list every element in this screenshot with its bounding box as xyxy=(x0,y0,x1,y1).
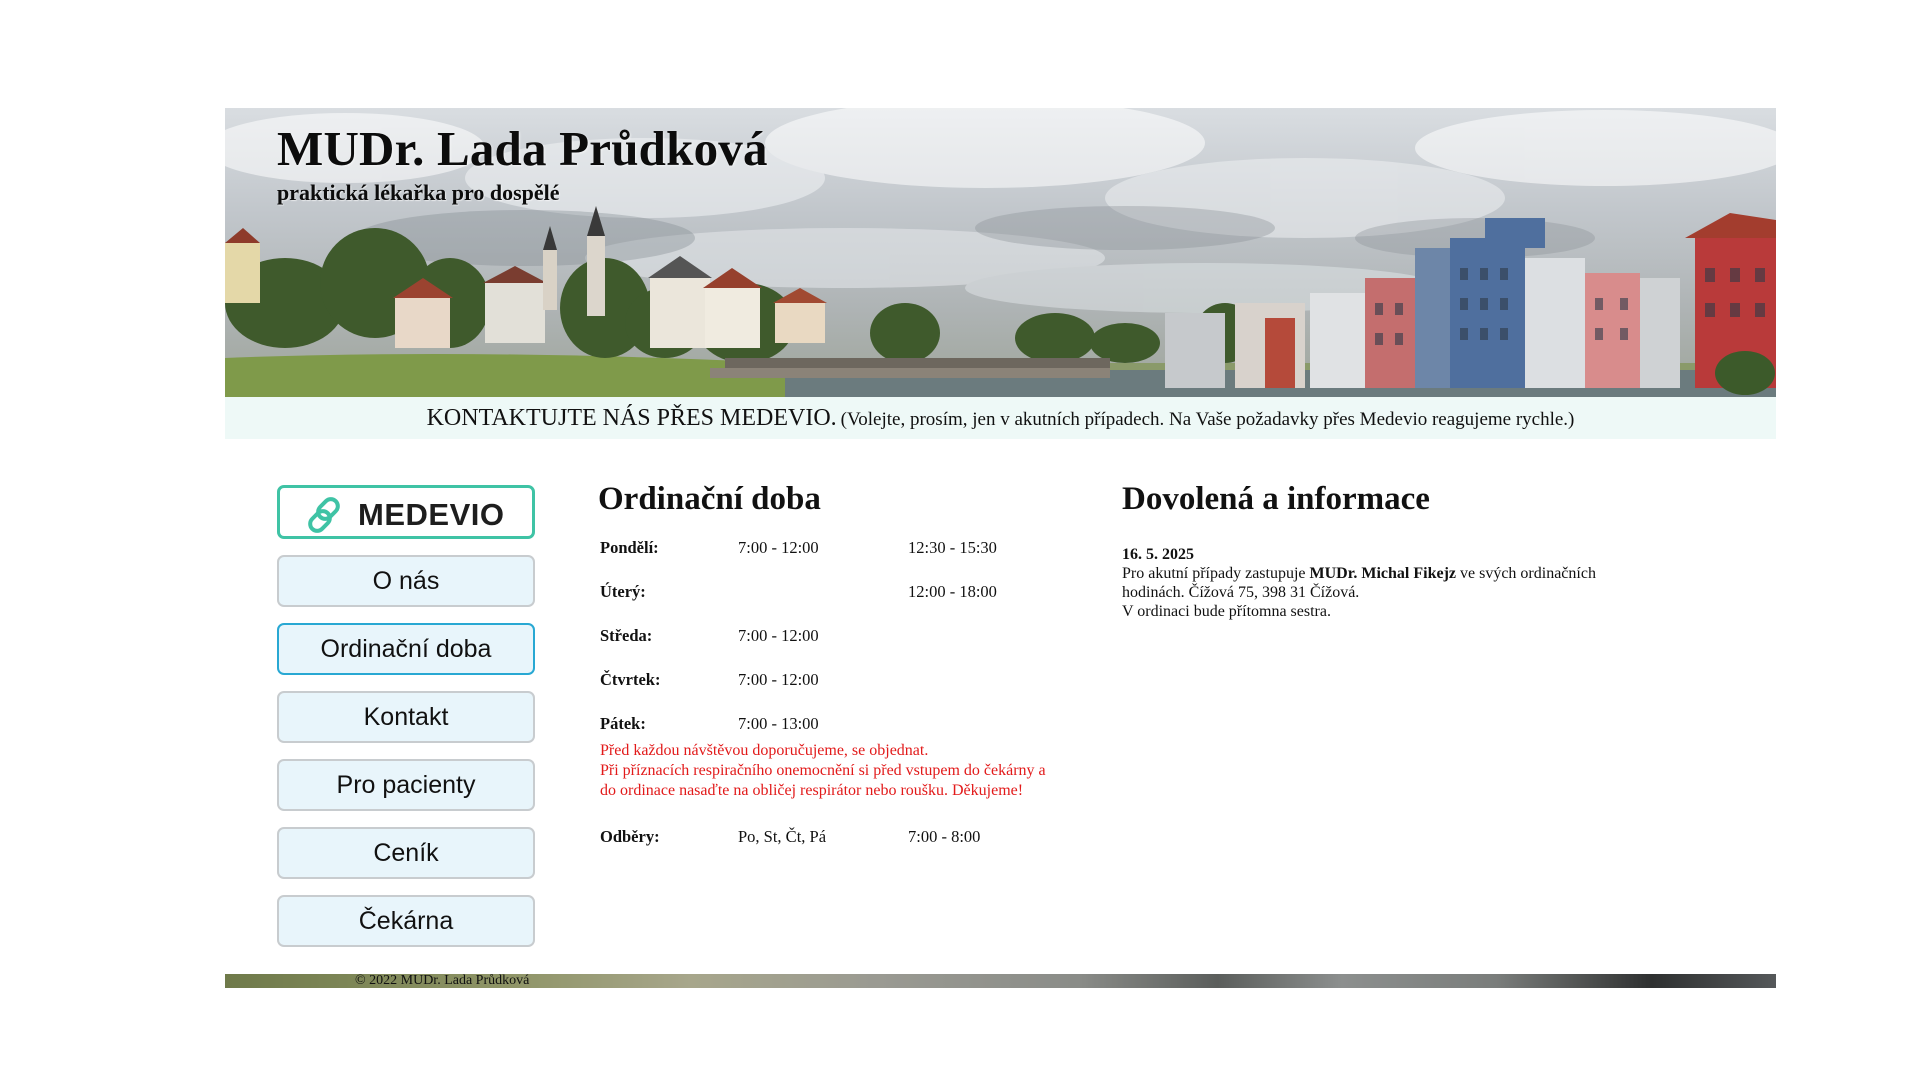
hours-day: Úterý: xyxy=(600,582,646,601)
link-icon xyxy=(308,497,340,533)
warning-line: do ordinace nasaďte na obličej respiráto… xyxy=(600,782,1024,799)
news-date: 16. 5. 2025 xyxy=(1122,546,1194,563)
site-title: MUDr. Lada Průdková xyxy=(277,121,768,176)
hours-row: Úterý: 12:00 - 18:00 xyxy=(598,582,1118,626)
page: MUDr. Lada Průdková praktická lékařka pr… xyxy=(225,108,1776,988)
nav-item-ordinacni-doba[interactable]: Ordinační doba xyxy=(277,623,535,675)
contact-bar: KONTAKTUJTE NÁS PŘES MEDEVIO. (Volejte, … xyxy=(225,397,1776,439)
contact-bar-lead[interactable]: KONTAKTUJTE NÁS PŘES MEDEVIO. xyxy=(427,405,837,431)
hours-day: Pátek: xyxy=(600,714,646,733)
medevio-label: MEDEVIO xyxy=(358,497,505,532)
nav-item-cenik[interactable]: Ceník xyxy=(277,827,535,879)
hours-row: Středa: 7:00 - 12:00 xyxy=(598,626,1118,670)
hours-morning: 7:00 - 12:00 xyxy=(738,538,819,557)
news-text-line2: V ordinaci bude přítomna sestra. xyxy=(1122,603,1331,620)
hours-morning: 7:00 - 12:00 xyxy=(738,670,819,689)
news-text-before: Pro akutní případy zastupuje xyxy=(1122,565,1310,582)
office-hours-heading: Ordinační doba xyxy=(598,481,821,517)
blood-draw-time: 7:00 - 8:00 xyxy=(908,827,981,846)
footer: © 2022 MUDr. Lada Průdková xyxy=(225,974,1776,988)
news-heading: Dovolená a informace xyxy=(1122,481,1430,517)
hours-row: Čtvrtek: 7:00 - 12:00 xyxy=(598,670,1118,714)
hours-row: Pondělí: 7:00 - 12:00 12:30 - 15:30 xyxy=(598,538,1118,582)
hours-afternoon: 12:30 - 15:30 xyxy=(908,538,997,557)
hours-afternoon: 12:00 - 18:00 xyxy=(908,582,997,601)
warning-line: Před každou návštěvou doporučujeme, se o… xyxy=(600,742,929,759)
header-banner: MUDr. Lada Průdková praktická lékařka pr… xyxy=(225,108,1776,397)
footer-copyright: © 2022 MUDr. Lada Průdková xyxy=(355,974,530,988)
blood-draw-days: Po, St, Čt, Pá xyxy=(738,827,827,846)
blood-draw-row: Odběry: Po, St, Čt, Pá 7:00 - 8:00 xyxy=(598,827,1118,871)
nav-item-kontakt[interactable]: Kontakt xyxy=(277,691,535,743)
hours-day: Čtvrtek: xyxy=(600,670,661,689)
hours-morning: 7:00 - 12:00 xyxy=(738,626,819,645)
contact-bar-note: (Volejte, prosím, jen v akutních případe… xyxy=(840,409,1575,430)
hours-day: Středa: xyxy=(600,626,653,645)
hours-day: Pondělí: xyxy=(600,538,659,557)
office-hours-section: Ordinační doba Pondělí: 7:00 - 12:00 12:… xyxy=(598,481,1118,846)
appointment-warning: Před každou návštěvou doporučujeme, se o… xyxy=(600,741,1100,801)
nav-item-cekarna[interactable]: Čekárna xyxy=(277,895,535,947)
news-doctor-name: MUDr. Michal Fikejz xyxy=(1309,565,1456,582)
nav-item-pro-pacienty[interactable]: Pro pacienty xyxy=(277,759,535,811)
news-section: Dovolená a informace 16. 5. 2025 Pro aku… xyxy=(1122,481,1652,621)
office-hours-table: Pondělí: 7:00 - 12:00 12:30 - 15:30 Úter… xyxy=(598,538,1118,758)
sidebar-nav: MEDEVIO O nás Ordinační doba Kontakt Pro… xyxy=(277,485,535,947)
medevio-button[interactable]: MEDEVIO xyxy=(277,485,535,539)
news-item: 16. 5. 2025 Pro akutní případy zastupuje… xyxy=(1122,545,1652,621)
nav-item-o-nas[interactable]: O nás xyxy=(277,555,535,607)
hours-morning: 7:00 - 13:00 xyxy=(738,714,819,733)
site-subtitle: praktická lékařka pro dospělé xyxy=(277,180,560,205)
warning-line: Při příznacích respiračního onemocnění s… xyxy=(600,762,1046,779)
blood-draw-label: Odběry: xyxy=(600,827,660,846)
news-text: Pro akutní případy zastupuje MUDr. Micha… xyxy=(1122,564,1652,602)
